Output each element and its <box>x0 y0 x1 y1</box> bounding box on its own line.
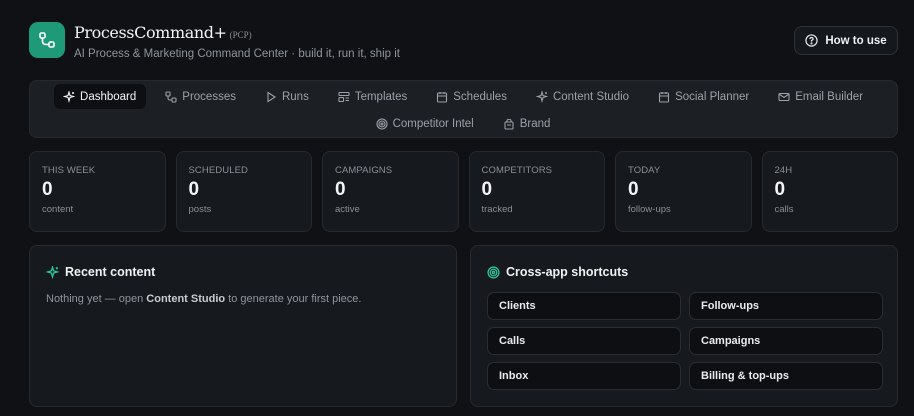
calendar-icon <box>659 91 670 103</box>
recent-content-heading: Recent content <box>46 265 155 279</box>
stat-label: COMPETITORS <box>481 165 553 176</box>
tab-label: Competitor Intel <box>392 117 474 130</box>
stat-card-24h: 24H 0 calls <box>761 151 898 232</box>
stat-card-this-week: THIS WEEK 0 content <box>29 151 166 232</box>
tab-label: Processes <box>182 90 236 103</box>
template-icon <box>338 91 350 102</box>
stat-value: 0 <box>774 179 786 200</box>
app-tag: (PCP) <box>229 30 252 40</box>
calendar-icon <box>437 91 448 103</box>
stats-row: THIS WEEK 0 content SCHEDULED 0 posts CA… <box>29 151 898 232</box>
stat-value: 0 <box>481 179 493 200</box>
stat-unit: active <box>335 204 360 215</box>
mail-icon <box>778 92 790 101</box>
stat-unit: posts <box>188 204 212 215</box>
stat-unit: tracked <box>481 204 513 215</box>
recent-content-panel: Recent content Nothing yet — open Conten… <box>29 245 457 407</box>
tab-label: Content Studio <box>552 90 630 103</box>
tab-schedules[interactable]: Schedules <box>427 84 517 109</box>
shortcuts-heading: Cross-app shortcuts <box>487 265 628 279</box>
target-icon <box>487 265 500 279</box>
shortcut-campaigns[interactable]: Campaigns <box>689 327 883 355</box>
stat-card-competitors: COMPETITORS 0 tracked <box>468 151 605 232</box>
stat-value: 0 <box>188 179 200 200</box>
tab-label: Social Planner <box>675 90 750 103</box>
empty-text-after: to generate your first piece. <box>225 293 362 305</box>
shortcuts-panel: Cross-app shortcuts Clients Follow-ups C… <box>470 245 898 407</box>
app-header: ProcessCommand+ (PCP) AI Process & Market… <box>29 22 898 62</box>
recent-content-empty-text: Nothing yet — open Content Studio to gen… <box>46 293 361 305</box>
shortcut-calls[interactable]: Calls <box>487 327 681 355</box>
app-subtitle: AI Process & Marketing Command Center · … <box>74 48 400 60</box>
stat-value: 0 <box>42 179 53 200</box>
shortcut-follow-ups[interactable]: Follow-ups <box>689 292 883 320</box>
content-studio-link[interactable]: Content Studio <box>146 293 225 305</box>
stat-value: 0 <box>335 179 346 200</box>
brand-block: ProcessCommand+ (PCP) AI Process & Market… <box>74 23 400 60</box>
tab-label: Brand <box>519 117 551 130</box>
tab-email-builder[interactable]: Email Builder <box>769 84 873 109</box>
stat-value: 0 <box>628 179 639 200</box>
recent-content-title: Recent content <box>65 265 156 279</box>
tab-processes[interactable]: Processes <box>156 84 246 109</box>
tab-label: Schedules <box>453 90 507 103</box>
brand-icon <box>504 118 514 130</box>
stat-unit: follow-ups <box>628 204 671 215</box>
tab-competitor-intel[interactable]: Competitor Intel <box>367 111 484 136</box>
nav-row-2: Competitor Intel Brand <box>30 111 897 136</box>
play-icon <box>267 90 276 103</box>
tab-dashboard[interactable]: Dashboard <box>54 84 147 109</box>
tab-label: Templates <box>354 90 408 103</box>
empty-text-before: Nothing yet — open <box>46 293 147 305</box>
nav-row-1: Dashboard Processes Runs Templates Sched… <box>30 84 897 109</box>
tab-social-planner[interactable]: Social Planner <box>649 84 759 109</box>
shortcuts-grid: Clients Follow-ups Calls Campaigns Inbox… <box>487 292 883 390</box>
workflow-nodes-icon <box>39 32 55 48</box>
sparkles-icon <box>46 265 59 279</box>
stat-label: CAMPAIGNS <box>335 165 393 176</box>
how-to-use-button[interactable]: How to use <box>794 26 898 55</box>
sparkles-icon <box>63 90 76 103</box>
app-logo <box>29 22 65 58</box>
sparkles-icon <box>535 90 548 103</box>
help-circle-icon <box>805 34 819 47</box>
tab-content-studio[interactable]: Content Studio <box>527 84 639 109</box>
tab-label: Email Builder <box>795 90 863 103</box>
stat-card-campaigns: CAMPAIGNS 0 active <box>322 151 459 232</box>
how-to-use-label: How to use <box>825 34 887 47</box>
tab-runs[interactable]: Runs <box>256 84 319 109</box>
main-nav: Dashboard Processes Runs Templates Sched… <box>29 80 898 138</box>
app-title: ProcessCommand+ <box>74 23 227 42</box>
stat-card-scheduled: SCHEDULED 0 posts <box>175 151 312 232</box>
target-icon <box>376 117 388 130</box>
stat-unit: calls <box>774 204 794 215</box>
tab-label: Runs <box>281 90 309 103</box>
workflow-icon <box>165 90 177 103</box>
shortcut-billing[interactable]: Billing & top-ups <box>689 362 883 390</box>
tab-label: Dashboard <box>80 90 137 103</box>
stat-label: THIS WEEK <box>42 165 96 176</box>
tab-templates[interactable]: Templates <box>329 84 417 109</box>
stat-card-today: TODAY 0 follow-ups <box>615 151 752 232</box>
stat-label: TODAY <box>628 165 661 176</box>
tab-brand[interactable]: Brand <box>494 111 561 136</box>
stat-label: 24H <box>774 165 793 176</box>
shortcut-inbox[interactable]: Inbox <box>487 362 681 390</box>
shortcuts-title: Cross-app shortcuts <box>506 265 629 279</box>
stat-label: SCHEDULED <box>188 165 248 176</box>
stat-unit: content <box>42 204 74 215</box>
shortcut-clients[interactable]: Clients <box>487 292 681 320</box>
